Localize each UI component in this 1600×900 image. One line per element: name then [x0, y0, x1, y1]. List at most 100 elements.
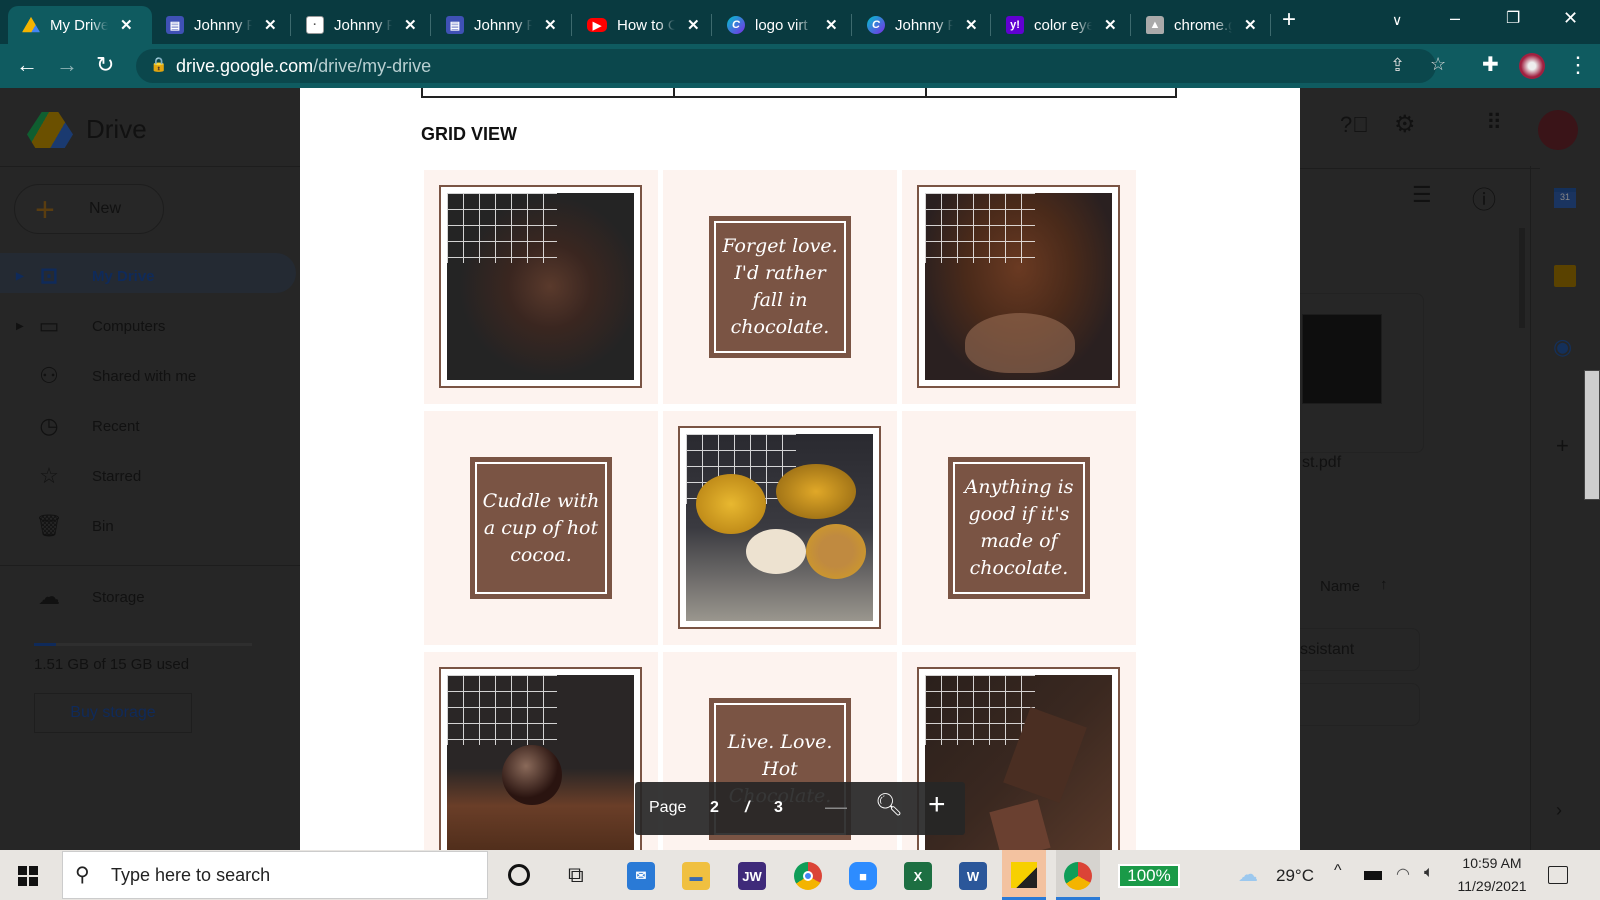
keep-icon[interactable]: [1554, 265, 1576, 287]
tab-johnny-canva[interactable]: C Johnny P ✕: [853, 6, 991, 44]
file-card[interactable]: st.pdf: [1300, 293, 1424, 471]
restore-button[interactable]: ❐: [1506, 8, 1520, 28]
profile-avatar[interactable]: [1519, 53, 1545, 79]
grid-cell-cocoa-beans: [902, 170, 1136, 404]
volume-icon[interactable]: 🔈︎: [1424, 864, 1434, 882]
zoom-app-icon[interactable]: ■: [849, 862, 877, 890]
grid-cell-quote: Anything is good if it's made of chocola…: [902, 411, 1136, 645]
grid-cell-chocolate-truffle: [424, 652, 658, 850]
file-explorer-icon[interactable]: ▬: [682, 862, 710, 890]
drive-scrollbar[interactable]: [1519, 228, 1525, 328]
cloud-icon: ☁: [38, 584, 60, 609]
tab-search-chevron-icon[interactable]: ∨: [1392, 12, 1402, 29]
forward-button[interactable]: →: [56, 52, 78, 78]
sidebar-item-starred[interactable]: ☆ Starred: [34, 463, 141, 489]
chrome-menu-icon[interactable]: ⋮: [1567, 52, 1589, 78]
close-icon[interactable]: ✕: [120, 16, 133, 34]
close-icon[interactable]: ✕: [965, 16, 978, 34]
cortana-icon[interactable]: [508, 864, 530, 886]
tab-johnny-1[interactable]: ▤ Johnny P ✕: [152, 6, 290, 44]
reload-button[interactable]: ↻: [96, 52, 114, 78]
tab-logo-virt[interactable]: Clogo virt ✕: [713, 6, 851, 44]
close-icon[interactable]: ✕: [404, 16, 417, 34]
grid-cell-quote: Cuddle with a cup of hot cocoa.: [424, 411, 658, 645]
close-icon[interactable]: ✕: [687, 16, 700, 34]
page-scrollbar-thumb[interactable]: [1584, 370, 1600, 500]
tasks-icon[interactable]: ◉: [1553, 334, 1572, 360]
close-icon[interactable]: ✕: [1104, 16, 1117, 34]
tab-johnny-3[interactable]: ▤ Johnny P ✕: [432, 6, 570, 44]
list-item[interactable]: ssistant: [1300, 628, 1420, 671]
sidebar-item-my-drive[interactable]: ▶ ⊡ My Drive: [16, 263, 155, 289]
close-icon[interactable]: ✕: [1244, 16, 1257, 34]
sidebar-item-computers[interactable]: ▶ ▭ Computers: [16, 313, 165, 339]
word-icon[interactable]: W: [959, 862, 987, 890]
drive-logo-text: Drive: [86, 114, 147, 144]
battery-percentage-widget[interactable]: 100%: [1118, 864, 1180, 888]
chocolate-truffle-photo: [447, 675, 634, 850]
document-thumb-icon: ·: [306, 16, 324, 34]
tab-chrome-store[interactable]: ▲ chrome.g ✕: [1132, 6, 1270, 44]
section-title: GRID VIEW: [421, 124, 518, 144]
temperature[interactable]: 29°C: [1276, 866, 1314, 886]
minimize-button[interactable]: –: [1450, 8, 1460, 29]
wifi-icon[interactable]: ◠: [1396, 864, 1410, 884]
tab-my-drive[interactable]: My Drive ✕: [8, 6, 152, 44]
current-page-input[interactable]: 2: [710, 799, 719, 817]
calendar-icon[interactable]: 31: [1554, 188, 1576, 208]
sticky-notes-icon: [1011, 862, 1037, 888]
bookmark-star-icon[interactable]: ☆: [1430, 54, 1446, 75]
browser-tab-strip: My Drive ✕ ▤ Johnny P ✕ · Johnny P ✕ ▤ Johnny…: [0, 0, 1600, 44]
new-tab-button[interactable]: +: [1282, 6, 1296, 34]
expand-panel-icon[interactable]: ›: [1556, 800, 1562, 821]
windows-start-icon[interactable]: [18, 866, 38, 886]
sort-arrow-up-icon[interactable]: ↑: [1380, 576, 1388, 593]
tab-johnny-2[interactable]: · Johnny P ✕: [292, 6, 430, 44]
window-close-button[interactable]: ✕: [1563, 8, 1578, 29]
sort-name-header[interactable]: Name: [1320, 578, 1360, 595]
address-bar[interactable]: 🔒 drive.google.com/drive/my-drive ⇪ ☆: [136, 49, 1446, 83]
list-view-icon[interactable]: ☰: [1412, 182, 1432, 208]
weather-cloud-icon[interactable]: ☁: [1238, 862, 1258, 887]
excel-icon[interactable]: X: [904, 862, 932, 890]
list-item[interactable]: [1300, 683, 1420, 726]
account-avatar[interactable]: [1538, 110, 1578, 150]
new-button[interactable]: + New: [14, 184, 164, 234]
zoom-in-button[interactable]: +: [928, 788, 946, 822]
sidebar-item-recent[interactable]: ◷ Recent: [34, 413, 139, 439]
extensions-puzzle-icon[interactable]: ✚: [1482, 52, 1499, 77]
jw-app-icon[interactable]: JW: [738, 862, 766, 890]
tab-youtube[interactable]: ▶ How to C ✕: [573, 6, 711, 44]
clock-date[interactable]: 11/29/2021: [1448, 878, 1536, 894]
mail-icon[interactable]: ✉: [627, 862, 655, 890]
zoom-magnifier-icon[interactable]: 🔍︎: [875, 792, 903, 818]
notifications-icon[interactable]: [1548, 866, 1568, 884]
sidebar-item-bin[interactable]: 🗑 Bin: [34, 513, 114, 539]
sidebar-item-storage[interactable]: ☁ Storage: [34, 584, 145, 610]
sticky-notes-active[interactable]: [1002, 850, 1046, 900]
buy-storage-button[interactable]: Buy storage: [34, 693, 192, 733]
apps-grid-icon[interactable]: ⠿: [1486, 110, 1502, 136]
youtube-icon: ▶: [587, 18, 607, 32]
sidebar-item-shared[interactable]: ⚇ Shared with me: [34, 363, 196, 389]
zoom-out-button[interactable]: —: [825, 794, 847, 820]
tab-color-eye[interactable]: y! color eye ✕: [992, 6, 1130, 44]
clock-time[interactable]: 10:59 AM: [1452, 855, 1532, 871]
share-icon[interactable]: ⇪: [1390, 55, 1405, 76]
help-icon[interactable]: ?⃝: [1340, 112, 1369, 138]
cocoa-beans-photo: [925, 193, 1112, 380]
close-icon[interactable]: ✕: [544, 16, 557, 34]
my-drive-icon: ⊡: [39, 263, 59, 288]
add-addon-icon[interactable]: +: [1556, 433, 1569, 459]
tray-chevron-up-icon[interactable]: ^: [1334, 862, 1342, 880]
close-icon[interactable]: ✕: [264, 16, 277, 34]
settings-gear-icon[interactable]: ⚙: [1394, 110, 1416, 139]
task-view-icon[interactable]: ⧉: [568, 862, 584, 888]
info-icon[interactable]: ⓘ: [1472, 180, 1496, 215]
battery-icon[interactable]: [1364, 871, 1382, 880]
taskbar-search-box[interactable]: ⚲ Type here to search: [62, 851, 488, 899]
chrome-icon[interactable]: [794, 862, 822, 890]
chrome-profile-active[interactable]: [1056, 850, 1100, 900]
close-icon[interactable]: ✕: [825, 16, 838, 34]
back-button[interactable]: ←: [16, 52, 38, 78]
